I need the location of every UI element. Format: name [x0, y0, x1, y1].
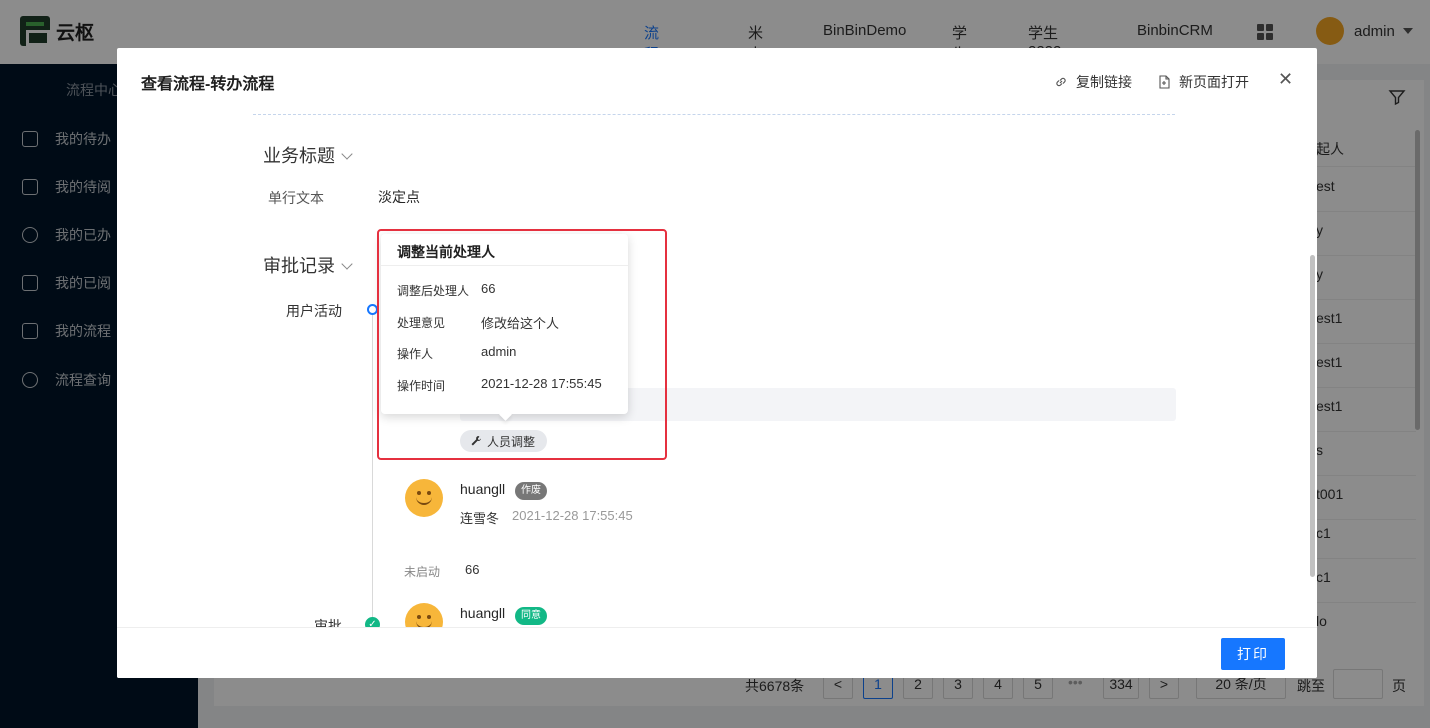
close-icon[interactable]: ✕: [1278, 70, 1293, 88]
modal-footer: 打印: [117, 627, 1317, 678]
chevron-down-icon: [341, 148, 353, 160]
record-user: huangll: [460, 605, 506, 621]
avatar: [405, 479, 443, 517]
field-label: 单行文本: [268, 190, 324, 206]
business-title-section[interactable]: 业务标题: [263, 142, 353, 168]
unstarted-value: 66: [465, 562, 480, 577]
record-user: huangll: [460, 481, 506, 497]
highlight-box: [377, 229, 667, 460]
timeline-line: [372, 310, 373, 630]
unstarted-label: 未启动: [404, 565, 441, 579]
section-title: 审批记录: [263, 256, 335, 276]
record-name: 连雪冬: [460, 511, 500, 526]
timeline-node-label: 用户活动: [286, 303, 342, 319]
modal-header: 查看流程-转办流程 复制链接 新页面打开 ✕: [117, 48, 1317, 113]
copy-link-label: 复制链接: [1076, 74, 1132, 90]
record-time: 2021-12-28 17:55:45: [512, 508, 633, 523]
section-title: 业务标题: [263, 146, 335, 166]
status-badge-void: 作废: [515, 482, 547, 500]
copy-link-button[interactable]: 复制链接: [1054, 72, 1132, 92]
process-detail-modal: 查看流程-转办流程 复制链接 新页面打开 ✕ 业务标题 单行文本 淡定点 审批记…: [117, 48, 1317, 678]
link-icon: [1056, 77, 1066, 87]
modal-scrollbar[interactable]: [1310, 255, 1315, 577]
modal-title: 查看流程-转办流程: [141, 76, 275, 93]
print-button[interactable]: 打印: [1221, 638, 1285, 670]
divider: [253, 114, 1175, 115]
file-open-icon: [1159, 75, 1170, 89]
open-new-page-label: 新页面打开: [1179, 74, 1249, 90]
status-badge-agree: 同意: [515, 607, 547, 625]
field-value: 淡定点: [378, 189, 420, 205]
open-new-page-button[interactable]: 新页面打开: [1157, 72, 1249, 92]
approval-record-section[interactable]: 审批记录: [263, 252, 353, 278]
chevron-down-icon: [341, 258, 353, 270]
